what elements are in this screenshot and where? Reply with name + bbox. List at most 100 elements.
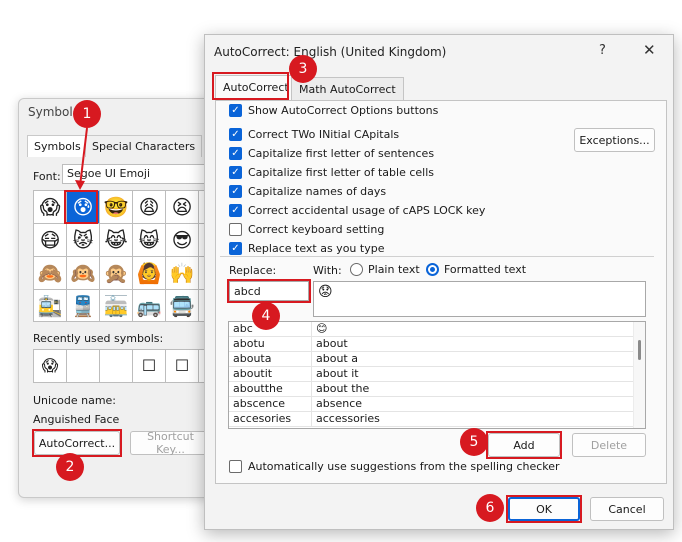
replace-cell: accesories — [229, 412, 312, 426]
symbol-cell[interactable]: 😫 — [166, 191, 198, 223]
list-scrollbar[interactable] — [633, 322, 645, 428]
cancel-button[interactable]: Cancel — [590, 497, 664, 521]
highlight-autocorrect-tab — [212, 72, 289, 100]
highlight-selected-symbol — [64, 190, 98, 224]
shortcut-key-button[interactable]: Shortcut Key... — [130, 430, 210, 456]
scrollbar-thumb[interactable] — [638, 340, 641, 360]
checkbox-caps-lock[interactable]: ✓ Correct accidental usage of cAPS LOCK … — [229, 204, 485, 217]
tab-symbols[interactable]: Symbols — [27, 135, 88, 157]
recent-symbol[interactable]: ☐ — [133, 350, 165, 382]
symbol-cell[interactable]: 🙆 — [133, 257, 165, 289]
option-label: Capitalize first letter of sentences — [248, 147, 435, 160]
group-divider — [220, 256, 654, 257]
delete-button[interactable]: Delete — [572, 433, 646, 457]
option-label: Correct accidental usage of cAPS LOCK ke… — [248, 204, 486, 217]
with-cell: 😊 — [316, 322, 328, 335]
option-label: Capitalize names of days — [248, 185, 387, 198]
checkbox-show-options-buttons[interactable]: ✓ Show AutoCorrect Options buttons — [229, 104, 438, 117]
step-marker-4: 4 — [252, 302, 280, 330]
table-row[interactable]: abotu about — [229, 337, 633, 352]
highlight-ok-button — [506, 495, 582, 523]
checkbox-capitalize-days[interactable]: ✓ Capitalize names of days — [229, 185, 386, 198]
radio-formatted-text[interactable]: Formatted text — [426, 263, 526, 276]
symbol-cell[interactable]: 🙌 — [166, 257, 198, 289]
table-row[interactable]: aboutthe about the — [229, 382, 633, 397]
symbol-cell[interactable]: 🚋 — [100, 290, 132, 321]
highlight-replace-input — [227, 279, 311, 303]
symbol-cell[interactable]: 😎 — [166, 224, 198, 256]
checkmark-icon: ✓ — [229, 185, 242, 198]
option-label: Show AutoCorrect Options buttons — [248, 104, 439, 117]
replace-label: Replace: — [229, 264, 277, 277]
symbol-cell[interactable]: 😸 — [133, 224, 165, 256]
with-label: With: — [313, 264, 342, 277]
recent-symbol[interactable]: ☐ — [166, 350, 198, 382]
checkmark-icon: ✓ — [229, 128, 242, 141]
option-label: Automatically use suggestions from the s… — [248, 460, 560, 473]
symbol-cell[interactable]: 🙈 — [34, 257, 66, 289]
step-marker-1: 1 — [73, 100, 101, 128]
table-row[interactable]: abc 😊 — [229, 322, 633, 337]
replace-cell: abscence — [229, 397, 312, 411]
symbol-cell[interactable]: 🙉 — [67, 257, 99, 289]
checkbox-capitalize-sentences[interactable]: ✓ Capitalize first letter of sentences — [229, 147, 434, 160]
step-marker-5: 5 — [460, 428, 488, 456]
symbol-cell[interactable]: 🚆 — [67, 290, 99, 321]
exceptions-button[interactable]: Exceptions... — [574, 128, 655, 152]
checkbox-empty-icon — [229, 223, 242, 236]
checkbox-capitalize-table-cells[interactable]: ✓ Capitalize first letter of table cells — [229, 166, 434, 179]
option-label: Correct keyboard setting — [248, 223, 385, 236]
step-marker-3: 3 — [289, 55, 317, 83]
help-icon[interactable]: ? — [599, 43, 606, 58]
symbol-cell[interactable]: 😾 — [67, 224, 99, 256]
option-label: Capitalize first letter of table cells — [248, 166, 435, 179]
unicode-name-value: Anguished Face — [33, 413, 120, 426]
option-label: Correct TWo INitial CApitals — [248, 128, 400, 141]
radio-label: Formatted text — [444, 263, 527, 276]
radio-selected-icon — [426, 263, 439, 276]
replace-cell: abouta — [229, 352, 312, 366]
highlight-add-button — [486, 431, 562, 459]
symbol-cell[interactable]: 😹 — [100, 224, 132, 256]
symbol-cell[interactable]: 😷 — [34, 224, 66, 256]
radio-plain-text[interactable]: Plain text — [350, 263, 420, 276]
dialog-title: AutoCorrect: English (United Kingdom) — [214, 45, 447, 59]
recently-used-label: Recently used symbols: — [33, 332, 164, 345]
symbol-cell[interactable]: 🚌 — [133, 290, 165, 321]
recent-symbol[interactable] — [100, 350, 132, 382]
recent-symbol[interactable] — [67, 350, 99, 382]
step-marker-2: 2 — [56, 453, 84, 481]
with-input[interactable]: 😟 — [313, 281, 646, 317]
radio-icon — [350, 263, 363, 276]
replace-cell: abotu — [229, 337, 312, 351]
with-cell: about the — [316, 382, 370, 395]
checkbox-replace-as-you-type[interactable]: ✓ Replace text as you type — [229, 242, 384, 255]
with-cell: about it — [316, 367, 359, 380]
with-cell: accessories — [316, 412, 380, 425]
checkbox-correct-two-initial-capitals[interactable]: ✓ Correct TWo INitial CApitals — [229, 128, 399, 141]
replace-cell: aboutthe — [229, 382, 312, 396]
replace-cell: aboutit — [229, 367, 312, 381]
option-label: Replace text as you type — [248, 242, 385, 255]
symbol-dialog-title: Symbol — [28, 105, 73, 119]
table-row[interactable]: abscence absence — [229, 397, 633, 412]
symbol-cell[interactable]: 🙊 — [100, 257, 132, 289]
checkbox-keyboard-setting[interactable]: Correct keyboard setting — [229, 223, 384, 236]
close-icon[interactable]: ✕ — [643, 41, 656, 59]
symbol-cell[interactable]: 😱 — [34, 191, 66, 223]
symbol-cell[interactable]: 🤓 — [100, 191, 132, 223]
checkbox-empty-icon — [229, 460, 242, 473]
table-row[interactable]: abouta about a — [229, 352, 633, 367]
symbol-cell[interactable]: 🚍 — [166, 290, 198, 321]
checkbox-spelling-suggestions[interactable]: Automatically use suggestions from the s… — [229, 460, 560, 473]
highlight-autocorrect-button — [32, 429, 122, 457]
recent-symbol[interactable]: 😱 — [34, 350, 66, 382]
symbol-cell[interactable]: 🚉 — [34, 290, 66, 321]
radio-label: Plain text — [368, 263, 420, 276]
checkmark-icon: ✓ — [229, 166, 242, 179]
tab-special-characters[interactable]: Special Characters — [85, 135, 203, 157]
symbol-cell[interactable]: 😩 — [133, 191, 165, 223]
table-row[interactable]: accesories accessories — [229, 412, 633, 427]
table-row[interactable]: aboutit about it — [229, 367, 633, 382]
recently-used-row: 😱 ☐ ☐ ☐ — [33, 349, 233, 383]
